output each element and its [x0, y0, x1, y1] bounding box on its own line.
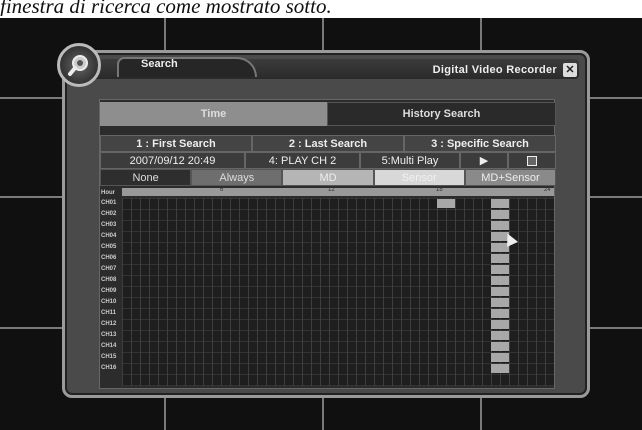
channel-label: CH05: [101, 244, 117, 250]
channel-label: CH04: [101, 233, 117, 239]
recording-block[interactable]: [491, 254, 509, 263]
recording-block[interactable]: [491, 210, 509, 219]
search-tabs: Time History Search: [100, 102, 556, 126]
recording-block[interactable]: [491, 364, 509, 373]
channel-label: CH03: [101, 222, 117, 228]
legend-sensor: Sensor: [373, 169, 465, 186]
recording-block[interactable]: [491, 320, 509, 329]
recording-block[interactable]: [491, 298, 509, 307]
record-type-legend: None Always MD Sensor MD+Sensor: [100, 169, 557, 186]
search-mode-bar: 1 : First Search 2 : Last Search 3 : Spe…: [100, 135, 556, 152]
hour-corner-label: Hour: [101, 190, 115, 196]
recording-block[interactable]: [491, 309, 509, 318]
monitor-screen: Search Digital Video Recorder ✕ Time His…: [0, 0, 642, 430]
hour-tick: 6: [220, 187, 224, 193]
save-icon: [527, 155, 537, 166]
save-button[interactable]: [508, 152, 556, 169]
recording-block[interactable]: [491, 221, 509, 230]
search-panel: Time History Search 1 : First Search 2 :…: [99, 99, 557, 389]
search-icon: [57, 43, 101, 87]
last-search-button[interactable]: 2 : Last Search: [252, 135, 404, 152]
channel-labels: Hour CH01 CH02 CH03 CH04 CH05 CH06 CH07 CH08 CH0…: [100, 188, 122, 374]
multi-play-button[interactable]: 5:Multi Play: [360, 152, 460, 169]
recording-timeline[interactable]: Hour CH01 CH02 CH03 CH04 CH05 CH06 CH07 CH08 CH0…: [100, 187, 556, 388]
timeline-grid[interactable]: [122, 198, 554, 386]
recording-block[interactable]: [491, 342, 509, 351]
legend-md-sensor: MD+Sensor: [464, 169, 557, 186]
hour-tick: 24: [544, 187, 551, 193]
recording-block[interactable]: [491, 276, 509, 285]
hour-tick: 12: [328, 187, 335, 193]
caption-text: finestra di ricerca come mostrato sotto.: [0, 0, 332, 16]
search-window: Search Digital Video Recorder ✕ Time His…: [57, 43, 590, 398]
channel-label: CH01: [101, 200, 117, 206]
play-button[interactable]: ▶: [460, 152, 508, 169]
recording-block[interactable]: [491, 265, 509, 274]
close-button[interactable]: ✕: [563, 63, 577, 77]
channel-label: CH15: [101, 354, 117, 360]
channel-label: CH14: [101, 343, 117, 349]
channel-label: CH09: [101, 288, 117, 294]
play-channel-button[interactable]: 4: PLAY CH 2: [245, 152, 360, 169]
tab-time[interactable]: Time: [100, 102, 327, 126]
channel-label: CH13: [101, 332, 117, 338]
channel-label: CH16: [101, 365, 117, 371]
recording-block[interactable]: [491, 199, 509, 208]
channel-label: CH11: [101, 310, 117, 316]
channel-label: CH07: [101, 266, 117, 272]
recording-block[interactable]: [437, 199, 455, 208]
datetime-field[interactable]: 2007/09/12 20:49: [100, 152, 245, 169]
channel-label: CH02: [101, 211, 117, 217]
channel-label: CH06: [101, 255, 117, 261]
recording-block[interactable]: [491, 331, 509, 340]
tab-history-search[interactable]: History Search: [327, 102, 556, 126]
channel-label: CH08: [101, 277, 117, 283]
specific-search-button[interactable]: 3 : Specific Search: [404, 135, 556, 152]
app-title: Digital Video Recorder: [432, 64, 557, 76]
hour-ruler: 6 12 18 24: [122, 187, 554, 196]
hour-tick: 18: [436, 187, 443, 193]
playback-bar: 2007/09/12 20:49 4: PLAY CH 2 5:Multi Pl…: [100, 152, 556, 169]
first-search-button[interactable]: 1 : First Search: [100, 135, 252, 152]
channel-label: CH10: [101, 299, 117, 305]
recording-block[interactable]: [491, 287, 509, 296]
recording-block[interactable]: [491, 353, 509, 362]
title-tab: [117, 57, 257, 77]
legend-none: None: [100, 169, 192, 186]
legend-md: MD: [282, 169, 374, 186]
legend-always: Always: [191, 169, 283, 186]
channel-label: CH12: [101, 321, 117, 327]
window-title: Search: [141, 58, 178, 70]
